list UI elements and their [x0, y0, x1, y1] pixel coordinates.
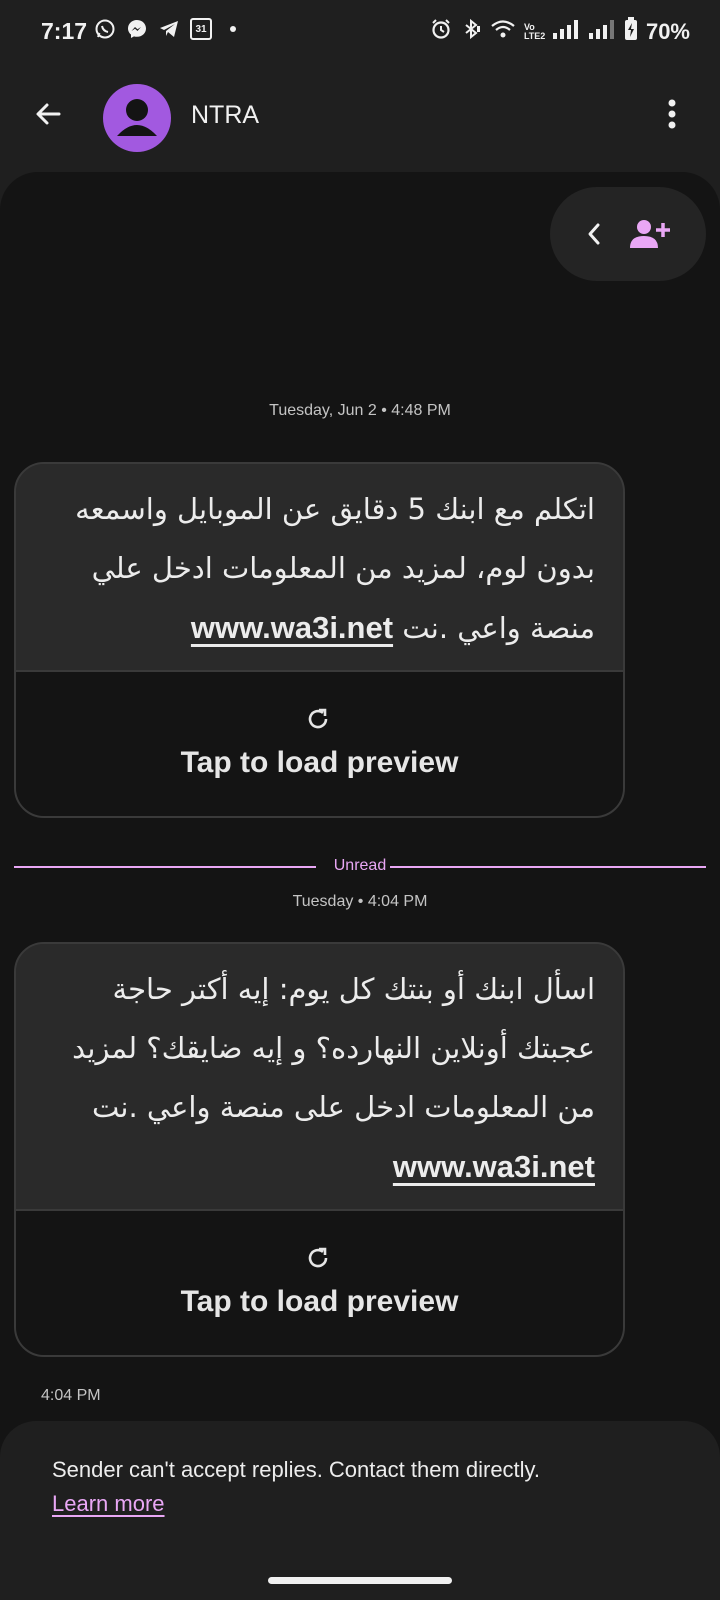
dot-icon [222, 18, 244, 40]
message-bubble[interactable]: اسأل ابنك أو بنتك كل يوم: إيه أكتر حاجة … [14, 942, 625, 1357]
message-bubble[interactable]: اتكلم مع ابنك 5 دقايق عن الموبايل واسمعه… [14, 462, 625, 818]
contact-name[interactable]: NTRA [191, 101, 259, 130]
battery-level: 70% [645, 18, 690, 44]
person-icon [117, 99, 157, 136]
message-text[interactable]: اسأل ابنك أو بنتك كل يوم: إيه أكتر حاجة … [16, 944, 623, 1209]
volte-icon: Vo LTE2 [523, 21, 546, 41]
status-bar: 7:17 31 Vo LTE2 70% [0, 0, 720, 64]
more-vert-icon [668, 99, 676, 129]
telegram-icon [158, 18, 180, 40]
signal-icon [588, 18, 616, 45]
reply-disabled-footer: Sender can't accept replies. Contact the… [0, 1421, 720, 1600]
message-timestamp: Tuesday • 4:04 PM [292, 893, 428, 910]
link-preview[interactable]: Tap to load preview [16, 670, 623, 816]
chevron-left-icon [588, 223, 600, 245]
battery-icon [624, 17, 638, 46]
wifi-icon [490, 18, 516, 45]
refresh-icon [305, 1245, 331, 1271]
calendar-icon: 31 [190, 18, 212, 40]
contact-actions-pill [550, 187, 706, 281]
collapse-button[interactable] [572, 212, 616, 256]
message-link[interactable]: www.wa3i.net [393, 1149, 595, 1184]
app-bar: NTRA [0, 64, 720, 174]
whatsapp-icon [94, 18, 116, 40]
bluetooth-icon [460, 18, 482, 45]
learn-more-link[interactable]: Learn more [52, 1491, 165, 1517]
refresh-icon [305, 706, 331, 732]
system-icons: Vo LTE2 70% [430, 17, 690, 46]
arrow-back-icon [36, 103, 61, 125]
tap-to-load-preview[interactable]: Tap to load preview [16, 1285, 623, 1319]
link-preview[interactable]: Tap to load preview [16, 1209, 623, 1355]
unread-label: Unread [333, 857, 387, 874]
message-link[interactable]: www.wa3i.net [191, 610, 393, 645]
add-contact-button[interactable] [626, 210, 674, 258]
signal-icon [552, 18, 580, 45]
avatar[interactable] [103, 84, 171, 152]
status-time: 7:17 [41, 18, 88, 44]
notification-icons: 31 [94, 18, 244, 40]
back-button[interactable] [24, 90, 72, 138]
messenger-icon [126, 18, 148, 40]
more-options-button[interactable] [648, 90, 696, 138]
message-sent-time: 4:04 PM [41, 1387, 101, 1404]
reply-disabled-notice: Sender can't accept replies. Contact the… [52, 1457, 541, 1482]
conversation-panel[interactable]: Tuesday, Jun 2 • 4:48 PM اتكلم مع ابنك 5… [0, 172, 720, 1600]
message-timestamp: Tuesday, Jun 2 • 4:48 PM [269, 402, 451, 419]
message-text[interactable]: اتكلم مع ابنك 5 دقايق عن الموبايل واسمعه… [16, 464, 623, 670]
alarm-icon [430, 18, 452, 45]
person-add-icon [630, 220, 670, 248]
tap-to-load-preview[interactable]: Tap to load preview [16, 746, 623, 780]
gesture-home-bar[interactable] [268, 1577, 452, 1584]
unread-divider: Unread [14, 857, 706, 877]
